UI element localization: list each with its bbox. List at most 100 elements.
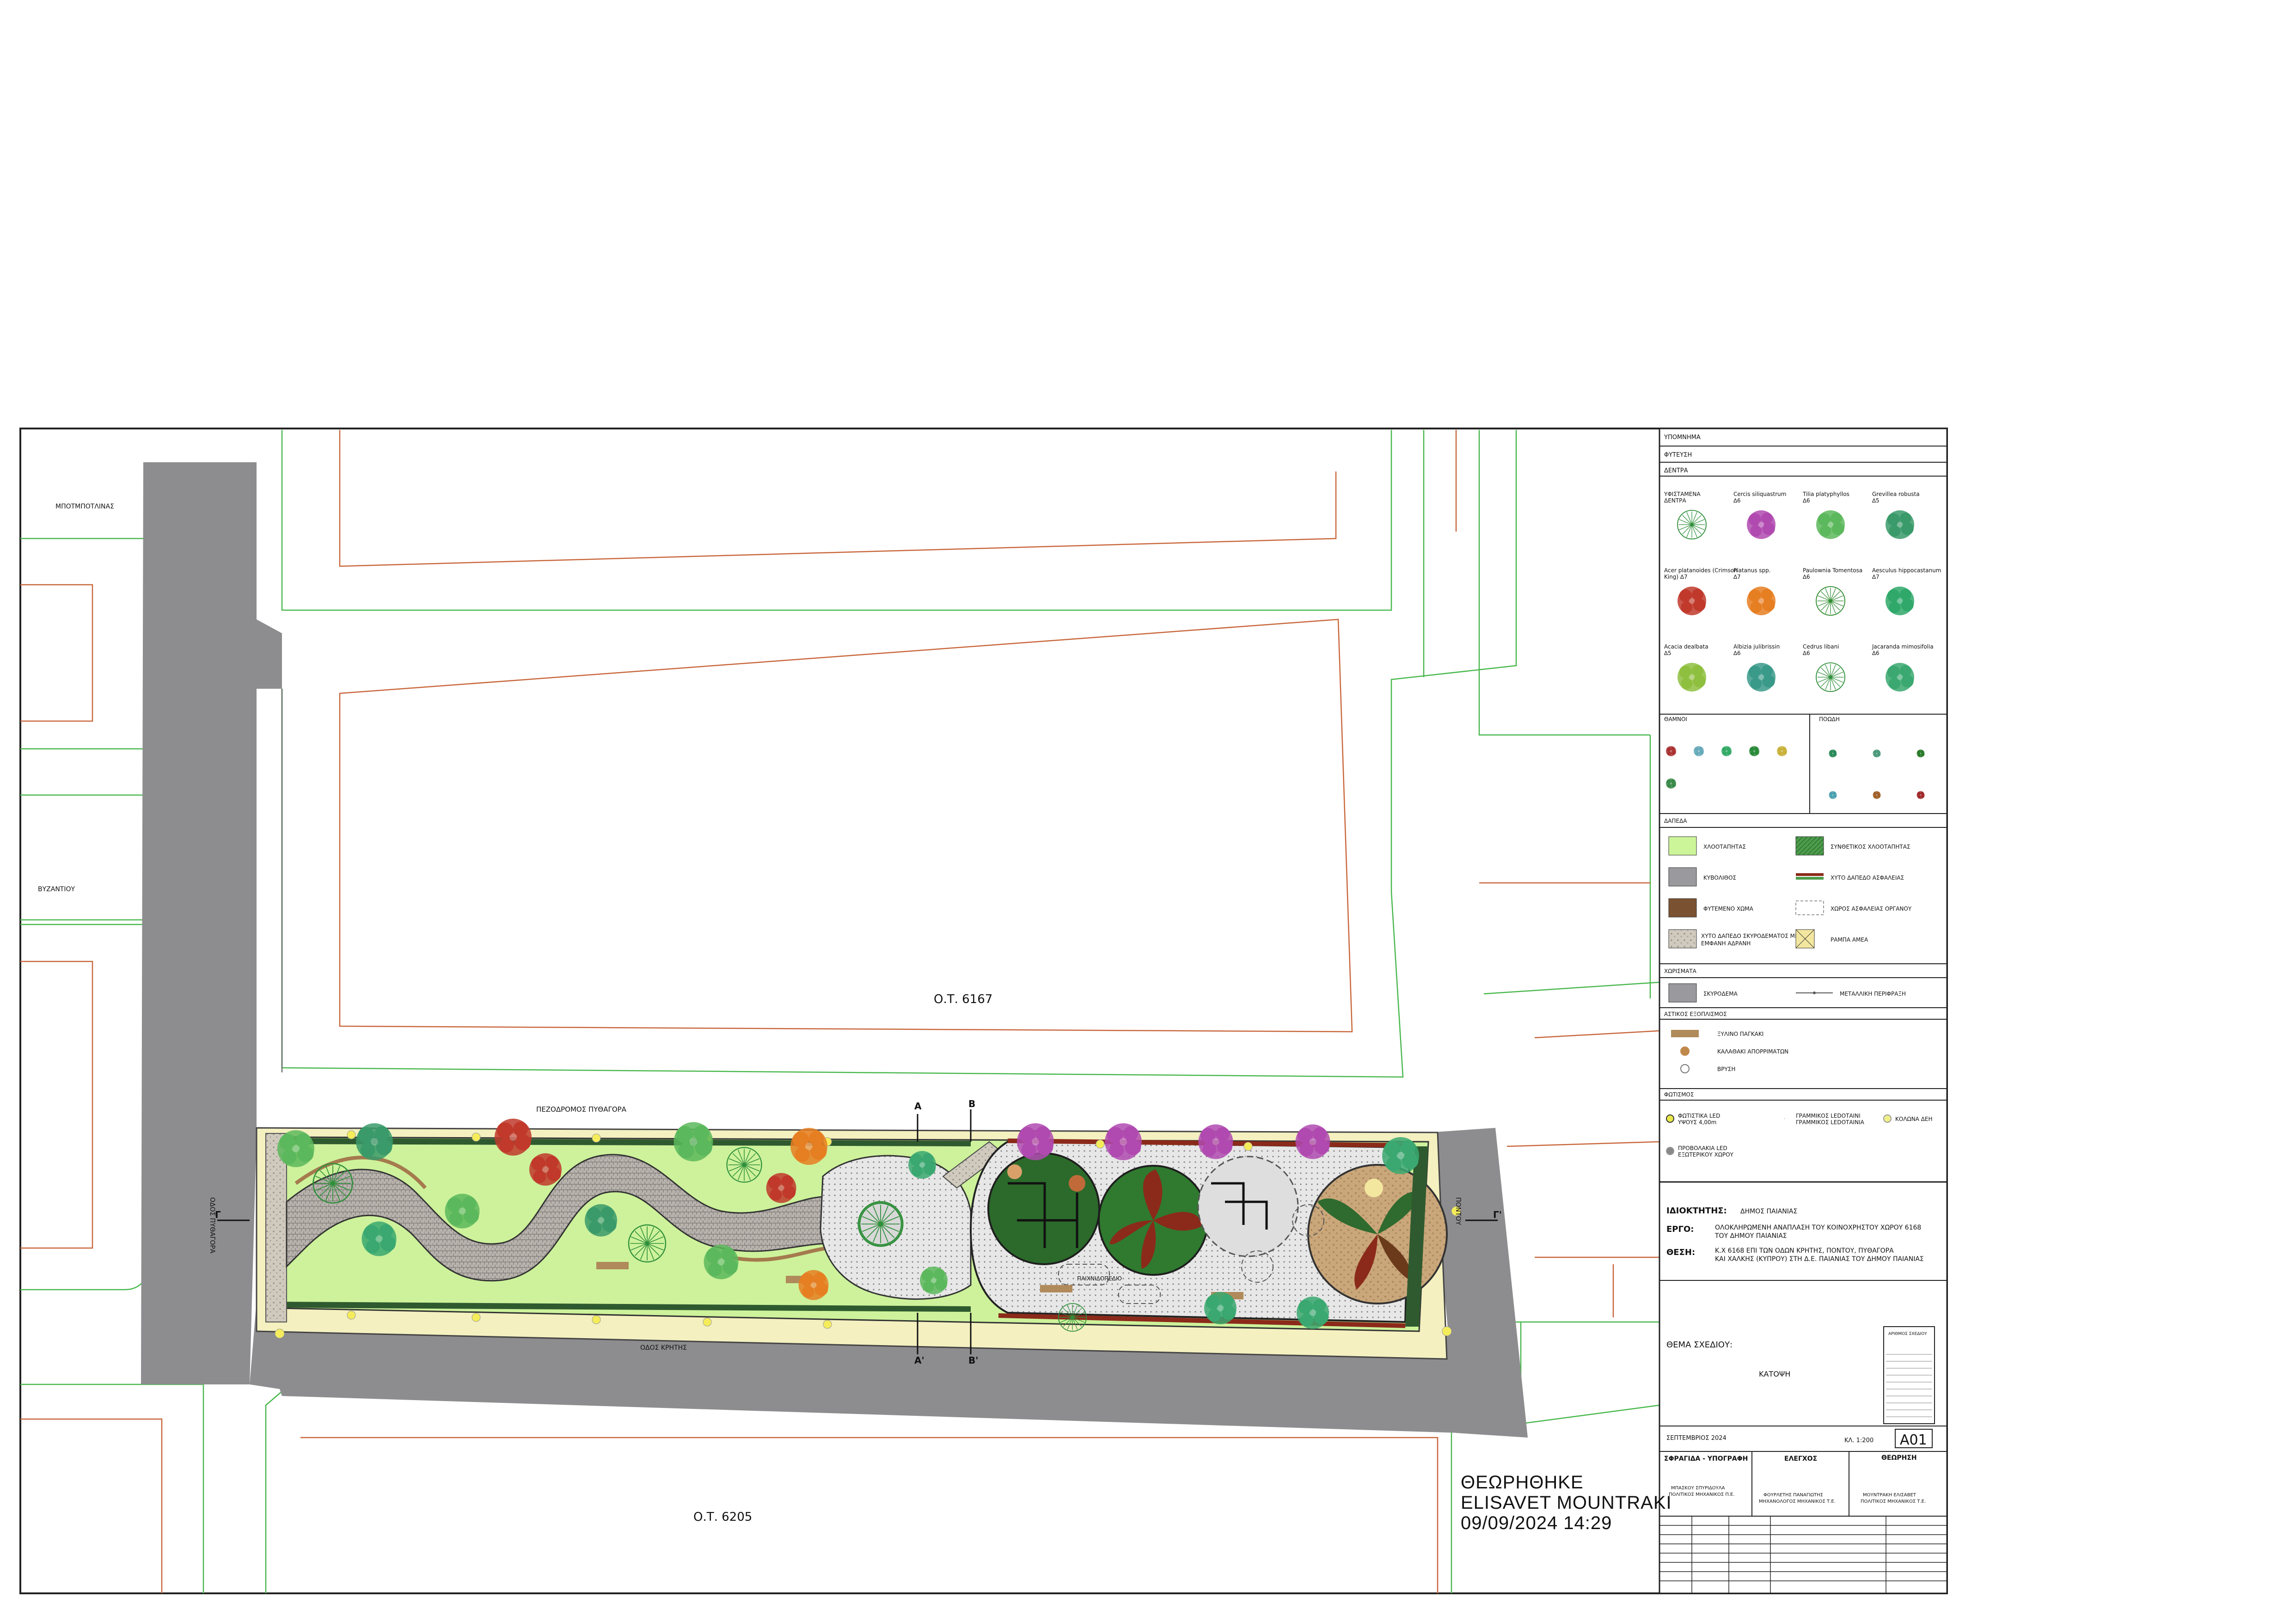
project-value-line2: ΤΟΥ ΔΗΜΟΥ ΠΑΙΑΝΙΑΣ xyxy=(1714,1232,1787,1240)
legend-floor-label: ΣΥΝΘΕΤΙΚΟΣ ΧΛΟΟΤΑΠΗΤΑΣ xyxy=(1831,844,1910,850)
floor-swatch xyxy=(1796,877,1824,880)
legend-furniture-item: ΞΥΛΙΝΟ ΠΑΓΚΑΚΙ xyxy=(1671,1030,1763,1037)
groundcover-symbol-icon xyxy=(1829,749,1837,758)
legend-tree-label: ∆5 xyxy=(1664,650,1671,656)
location-value-line2: ΚΑΙ ΧΑΛΚΗΣ (ΚΥΠΡΟΥ) ΣΤΗ Δ.Ε. ΠΑΙΑΝΙΑΣ ΤΟ… xyxy=(1715,1255,1924,1263)
tree-symbol-icon xyxy=(1886,663,1914,692)
legend-tree-label: Grevillea robusta xyxy=(1872,491,1920,497)
floors-title: ΔΑΠΕΔΑ xyxy=(1664,818,1687,824)
signer-3-role: ΠΟΛΙΤΙΚΟΣ ΜΗΧΑΝΙΚΟΣ Τ.Ε. xyxy=(1861,1499,1926,1504)
pedestrian-street-label: ΠΕΖΟΔΡΟΜΟΣ ΠΥΘΑΓΟΡΑ xyxy=(536,1105,627,1114)
legend-tree-label: ∆6 xyxy=(1872,650,1880,656)
scale-value: ΚΛ. 1:200 xyxy=(1844,1437,1874,1444)
legend-floor-label: ΚΥΒΟΛΙΘΟΣ xyxy=(1703,875,1736,881)
legend-tree-label: ∆6 xyxy=(1733,497,1741,504)
legend-tree-label: Tilia platyphyllos xyxy=(1802,491,1849,497)
approval-stamp-line2: ELISAVET MOUNTRAKI xyxy=(1461,1493,1672,1513)
legend-tree-label: Paulownia Tomentosa xyxy=(1803,567,1862,574)
light-icon xyxy=(1666,1147,1674,1155)
bin-icon xyxy=(1680,1047,1690,1056)
section-label: Γ' xyxy=(1493,1209,1502,1220)
location-label: ΘΕΣΗ: xyxy=(1666,1248,1695,1257)
review-label: ΘΕΩΡΗΣΗ xyxy=(1881,1454,1917,1462)
legend-light-label: ΦΩΤΙΣΤΙΚΑ LED xyxy=(1678,1113,1720,1119)
bench-icon xyxy=(1671,1030,1699,1037)
floor-swatch xyxy=(1668,836,1697,856)
signer-2-role: ΜΗΧΑΝΟΛΟΓΟΣ ΜΗΧΑΝΙΚΟΣ Τ.Ε. xyxy=(1759,1499,1836,1504)
legend-furniture-label: ΞΥΛΙΝΟ ΠΑΓΚΑΚΙ xyxy=(1717,1031,1763,1037)
stamp-label: ΣΦΡΑΓΙΔΑ - ΥΠΟΓΡΑΦΗ xyxy=(1664,1455,1748,1463)
fountain-icon xyxy=(1680,1064,1690,1073)
walls-title: ΧΩΡΙΣΜΑΤΑ xyxy=(1664,968,1697,974)
legend-light-item: ΓΡΑΜΜΙΚΟΣ LEDΟΤΑΙΝΙΓΡΑΜΜΙΚΟΣ LEDΟΤΑΙΝΙΑ xyxy=(1784,1113,1865,1126)
legend-tree-label: ∆6 xyxy=(1802,650,1810,656)
subject-value: ΚΑΤΟΨΗ xyxy=(1759,1370,1790,1378)
groundcover-title: ΠΟΩΔΗ xyxy=(1819,716,1840,722)
legend-tree-label: ∆5 xyxy=(1872,497,1880,504)
lighting-title: ΦΩΤΙΣΜΟΣ xyxy=(1664,1091,1694,1098)
shrub-symbol-icon xyxy=(1666,746,1676,756)
tree-symbol-icon xyxy=(1678,663,1706,692)
legend-tree-label: ΔΕΝΤΡΑ xyxy=(1664,497,1686,504)
planting-title: ΦΥΤΕΥΣΗ xyxy=(1664,452,1692,459)
groundcover-symbol-icon xyxy=(1829,791,1837,799)
furniture-title: ΑΣΤΙΚΟΣ ΕΞΟΠΛΙΣΜΟΣ xyxy=(1664,1011,1727,1017)
floor-swatch xyxy=(1795,900,1824,915)
trees-title: ΔΕΝΤΡΑ xyxy=(1664,467,1688,474)
floor-swatch xyxy=(1668,867,1697,887)
legend-tree-label: Cercis siliquastrum xyxy=(1733,491,1786,497)
location-value-line1: Κ.Χ 6168 ΕΠΙ ΤΩΝ ΟΔΩΝ ΚΡΗΤΗΣ, ΠΟΝΤΟΥ, ΠΥ… xyxy=(1715,1247,1894,1255)
tree-symbol-icon xyxy=(1677,510,1707,539)
shrub-symbol-icon xyxy=(1694,746,1704,756)
title-block: ΙΔΙΟΚΤΗΤΗΣ: ΔΗΜΟΣ ΠΑΙΑΝΙΑΣ ΕΡΓΟ: ΟΛΟΚΛΗΡ… xyxy=(1659,1181,1948,1594)
shrub-symbol-icon xyxy=(1721,746,1732,756)
legend-tree-label: Acacia dealbata xyxy=(1664,643,1708,650)
legend-floor-label: ΧΛΟΟΤΑΠΗΤΑΣ xyxy=(1703,844,1746,850)
legend-panel: ΥΠΟΜΝΗΜΑ ΦΥΤΕΥΣΗ ΔΕΝΤΡΑ ΥΦΙΣΤΑΜΕΝΑΔΕΝΤΡΑ… xyxy=(1659,428,1948,1183)
tree-symbol-icon xyxy=(1747,663,1776,692)
groundcover-symbol-icon xyxy=(1873,749,1881,758)
check-label: ΕΛΕΓΧΟΣ xyxy=(1784,1455,1817,1463)
approval-stamp: ΘΕΩΡΗΘΗΚΕ ELISAVET MOUNTRAKI 09/09/2024 … xyxy=(1461,1472,1672,1533)
legend-tree-label: Aesculus hippocastanum xyxy=(1872,567,1941,574)
tree-symbol-icon xyxy=(1816,510,1845,539)
owner-value: ΔΗΜΟΣ ΠΑΙΑΝΙΑΣ xyxy=(1740,1208,1797,1215)
legend-light-label: ΥΨΟΥΣ 4,00m xyxy=(1678,1119,1716,1126)
sheet-code: A01 xyxy=(1900,1432,1927,1448)
legend-tree-label: ∆6 xyxy=(1802,497,1810,504)
legend-light-label: ΚΟΛΩΝΑ ΔΕΗ xyxy=(1895,1116,1933,1122)
legend-floor-label: ΕΜΦΑΝΗ ΑΔΡΑΝΗ xyxy=(1701,940,1751,947)
legend-tree-label: ΥΦΙΣΤΑΜΕΝΑ xyxy=(1664,491,1701,497)
legend-floor-label: ΧΥΤΟ ΔΑΠΕΔΟ ΑΣΦΑΛΕΙΑΣ xyxy=(1831,875,1904,881)
light-icon xyxy=(1666,1114,1674,1123)
legend-wall-label: ΜΕΤΑΛΛΙΚΗ ΠΕΡΙΦΡΑΞΗ xyxy=(1840,991,1906,997)
groundcover-symbol-icon xyxy=(1873,791,1881,799)
tree-symbol-icon xyxy=(1747,587,1776,615)
approval-stamp-line1: ΘΕΩΡΗΘΗΚΕ xyxy=(1461,1472,1584,1493)
floor-swatch xyxy=(1795,836,1824,856)
approval-stamp-line3: 09/09/2024 14:29 xyxy=(1461,1513,1612,1533)
floor-swatch xyxy=(1668,929,1697,949)
block-south-label: Ο.Τ. 6205 xyxy=(693,1510,752,1524)
legend-tree-label: Acer platanoides (Crimson xyxy=(1664,567,1738,574)
legend-tree-label: ∆6 xyxy=(1802,574,1810,580)
signer-1-role: ΠΟΛΙΤΙΚΟΣ ΜΗΧΑΝΙΚΟΣ Π.Ε. xyxy=(1669,1492,1735,1497)
project-label: ΕΡΓΟ: xyxy=(1666,1224,1694,1234)
groundcover-symbol-icon xyxy=(1916,791,1925,799)
street-mid-left-label: ΒΥΖΑΝΤΙΟΥ xyxy=(38,886,75,893)
project-value-line1: ΟΛΟΚΛΗΡΩΜΕΝΗ ΑΝΑΠΛΑΣΗ ΤΟΥ ΚΟΙΝΟΧΡΗΣΤΟΥ Χ… xyxy=(1715,1224,1921,1231)
sheet-border xyxy=(19,428,1948,1594)
park-plan xyxy=(256,1127,1461,1360)
legend-tree-label: ∆7 xyxy=(1733,574,1741,580)
legend-furniture-label: ΚΑΛΑΘΑΚΙ ΑΠΟΡΡΙΜΑΤΩΝ xyxy=(1717,1048,1788,1055)
legend-wall-label: ΣΚΥΡΟΔΕΜΑ xyxy=(1703,991,1738,997)
floor-swatch xyxy=(1668,898,1697,918)
tree-symbol-icon xyxy=(1886,587,1914,615)
legend-light-label: ΠΡΟΒΟΛΑΚΙΑ LED xyxy=(1678,1145,1727,1151)
legend-light-label: ΕΞΩΤΕΡΙΚΟΥ ΧΩΡΟΥ xyxy=(1678,1151,1734,1158)
tree-symbol-icon xyxy=(1816,662,1845,692)
legend-tree-label: Cedrus libani xyxy=(1803,643,1839,650)
section-label: Β xyxy=(968,1098,975,1109)
block-north-label: Ο.Τ. 6167 xyxy=(934,992,992,1006)
street-top-left-label: ΜΠΟΤΜΠΟΤΛΙΝΑΣ xyxy=(55,503,114,510)
